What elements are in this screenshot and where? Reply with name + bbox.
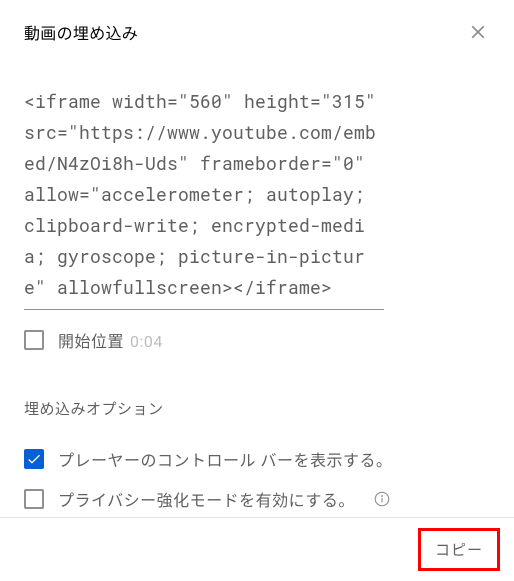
option-row-privacy: プライバシー強化モードを有効にする。 (24, 479, 490, 517)
start-position-label: 開始位置 (58, 332, 124, 351)
info-icon[interactable] (373, 490, 391, 508)
show-controls-checkbox[interactable] (24, 449, 44, 469)
start-position-checkbox[interactable] (24, 330, 44, 350)
dialog-footer: コピー (0, 517, 514, 581)
privacy-mode-checkbox[interactable] (24, 489, 44, 509)
close-icon (467, 21, 489, 43)
embed-options-title: 埋め込みオプション (24, 398, 490, 419)
embed-code[interactable]: <iframe width="560" height="315" src="ht… (24, 86, 384, 310)
dialog-content: <iframe width="560" height="315" src="ht… (0, 62, 514, 517)
privacy-mode-label: プライバシー強化モードを有効にする。 (58, 487, 355, 511)
show-controls-label: プレーヤーのコントロール バーを表示する。 (58, 447, 392, 471)
option-row-controls: プレーヤーのコントロール バーを表示する。 (24, 439, 490, 479)
embed-dialog: 動画の埋め込み <iframe width="560" height="315"… (0, 0, 514, 581)
start-position-label-wrap: 開始位置 0:04 (58, 328, 163, 352)
start-position-time: 0:04 (130, 332, 163, 351)
dialog-header: 動画の埋め込み (0, 0, 514, 62)
copy-button[interactable]: コピー (418, 528, 500, 571)
dialog-title: 動画の埋め込み (24, 20, 138, 44)
close-button[interactable] (466, 20, 490, 44)
start-position-row: 開始位置 0:04 (24, 310, 490, 356)
checkmark-icon (26, 451, 42, 467)
